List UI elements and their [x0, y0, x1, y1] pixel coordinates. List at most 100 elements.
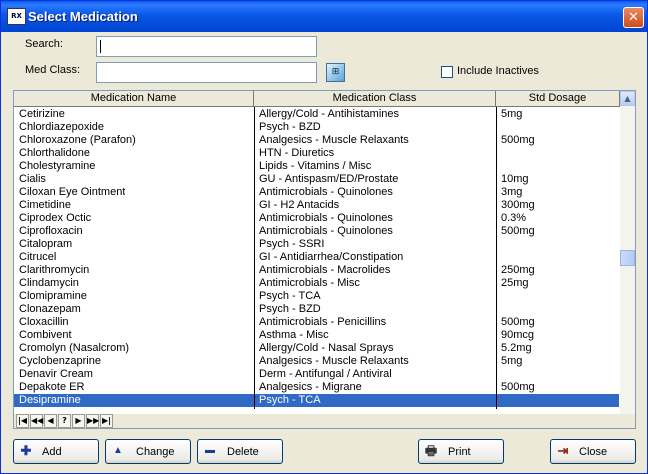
cell-medication-class: Antimicrobials - Quinolones: [259, 186, 393, 198]
column-header-std-dosage[interactable]: Std Dosage: [496, 91, 620, 107]
cell-medication-class: Psych - BZD: [259, 303, 321, 315]
cell-medication-name: Cloxacillin: [19, 316, 69, 328]
print-button[interactable]: 🖶 Print: [418, 439, 504, 464]
cell-medication-name: Citalopram: [19, 238, 73, 250]
table-row[interactable]: Ciprofloxacin Antimicrobials - Quinolones…: [14, 225, 619, 238]
cell-medication-class: Antimicrobials - Macrolides: [259, 264, 391, 276]
cell-std-dosage: 3mg: [501, 186, 523, 198]
title-bar[interactable]: RX Select Medication ✕: [1, 1, 647, 32]
cell-medication-class: GU - Antispasm/ED/Prostate: [259, 173, 399, 185]
window-title: Select Medication: [28, 9, 138, 24]
cell-medication-name: Depakote ER: [19, 381, 85, 393]
cell-std-dosage: 0.3%: [501, 212, 527, 224]
cell-medication-name: Cromolyn (Nasalcrom): [19, 342, 130, 354]
table-row[interactable]: Clonazepam Psych - BZD: [14, 303, 619, 316]
scroll-up-icon[interactable]: ▲: [620, 91, 635, 106]
cell-std-dosage: 250mg: [501, 264, 535, 276]
cell-medication-name: Cyclobenzaprine: [19, 355, 101, 367]
next-record-icon[interactable]: ▶: [72, 414, 85, 428]
last-record-icon[interactable]: ▶|: [100, 414, 113, 428]
cell-std-dosage: 10mg: [501, 173, 529, 185]
cell-medication-name: Ciprofloxacin: [19, 225, 83, 237]
first-record-icon[interactable]: |◀: [16, 414, 29, 428]
window-close-button[interactable]: ✕: [623, 7, 644, 28]
table-row[interactable]: Cromolyn (Nasalcrom) Allergy/Cold - Nasal…: [14, 342, 619, 355]
cell-medication-name: Citrucel: [19, 251, 57, 263]
select-medication-window: RX Select Medication ✕ Search: Med Class…: [0, 0, 648, 474]
add-button-label: Add: [42, 446, 62, 458]
cell-medication-class: GI - Antidiarrhea/Constipation: [259, 251, 404, 263]
table-row[interactable]: Cyclobenzaprine Analgesics - Muscle Relax…: [14, 355, 619, 368]
table-row[interactable]: Cholestyramine Lipids - Vitamins / Misc: [14, 160, 619, 173]
column-divider: [254, 107, 255, 409]
cell-medication-class: Psych - SSRI: [259, 238, 325, 250]
cell-medication-class: Psych - BZD: [259, 121, 321, 133]
record-navigator: |◀ ◀◀ ◀ ? ▶ ▶▶ ▶|: [14, 414, 635, 428]
cell-medication-class: Lipids - Vitamins / Misc: [259, 160, 372, 172]
table-row[interactable]: Combivent Asthma - Misc 90mcg: [14, 329, 619, 342]
table-row[interactable]: Cialis GU - Antispasm/ED/Prostate 10mg: [14, 173, 619, 186]
cell-std-dosage: 5mg: [501, 108, 523, 120]
cell-medication-name: Clarithromycin: [19, 264, 90, 276]
include-inactives-checkbox[interactable]: [441, 66, 453, 78]
app-icon: RX: [7, 8, 26, 25]
table-row[interactable]: Denavir Cream Derm - Antifungal / Antivir…: [14, 368, 619, 381]
include-inactives-label[interactable]: Include Inactives: [457, 65, 539, 77]
search-label: Search:: [25, 38, 63, 50]
cell-std-dosage: 90mcg: [501, 329, 535, 341]
cell-medication-name: Ciloxan Eye Ointment: [19, 186, 126, 198]
help-icon[interactable]: ?: [58, 414, 71, 428]
table-row[interactable]: Chloroxazone (Parafon) Analgesics - Muscl…: [14, 134, 619, 147]
table-row[interactable]: Chlorthalidone HTN - Diuretics: [14, 147, 619, 160]
cell-medication-class: Allergy/Cold - Nasal Sprays: [259, 342, 394, 354]
table-row[interactable]: Cloxacillin Antimicrobials - Penicillins 5…: [14, 316, 619, 329]
cell-std-dosage: 300mg: [501, 199, 535, 211]
med-class-lookup-icon[interactable]: ⊞: [326, 63, 345, 82]
cell-std-dosage: 25mg: [501, 277, 529, 289]
cell-medication-name: Cimetidine: [19, 199, 71, 211]
cell-std-dosage: 5.2mg: [501, 342, 532, 354]
cell-medication-class: Antimicrobials - Misc: [259, 277, 360, 289]
cell-std-dosage: 500mg: [501, 316, 535, 328]
column-header-medication-class[interactable]: Medication Class: [254, 91, 496, 107]
table-row[interactable]: Clomipramine Psych - TCA: [14, 290, 619, 303]
scrollbar-thumb[interactable]: [620, 250, 635, 266]
cell-medication-class: GI - H2 Antacids: [259, 199, 340, 211]
close-button[interactable]: ⇥ Close: [550, 439, 636, 464]
table-row[interactable]: Clindamycin Antimicrobials - Misc 25mg: [14, 277, 619, 290]
table-row[interactable]: Depakote ER Analgesics - Migrane 500mg: [14, 381, 619, 394]
prev-record-icon[interactable]: ◀: [44, 414, 57, 428]
table-row[interactable]: Cetirizine Allergy/Cold - Antihistamines 5…: [14, 108, 619, 121]
delete-button[interactable]: ▬ Delete: [197, 439, 283, 464]
cell-medication-class: HTN - Diuretics: [259, 147, 335, 159]
cell-medication-class: Asthma - Misc: [259, 329, 329, 341]
table-row[interactable]: Ciloxan Eye Ointment Antimicrobials - Qui…: [14, 186, 619, 199]
column-header-medication-name[interactable]: Medication Name: [14, 91, 254, 107]
cell-medication-class: Analgesics - Muscle Relaxants: [259, 134, 409, 146]
next-page-icon[interactable]: ▶▶: [86, 414, 99, 428]
prev-page-icon[interactable]: ◀◀: [30, 414, 43, 428]
table-row[interactable]: Desipramine Psych - TCA: [14, 394, 619, 407]
column-divider: [496, 107, 497, 409]
change-button[interactable]: ▲ Change: [105, 439, 191, 464]
cell-medication-name: Combivent: [19, 329, 72, 341]
cell-std-dosage: 5mg: [501, 355, 523, 367]
minus-icon: ▬: [205, 445, 215, 456]
med-class-field[interactable]: [96, 62, 317, 83]
add-button[interactable]: ✚ Add: [13, 439, 99, 464]
search-input[interactable]: [96, 36, 317, 57]
medication-grid[interactable]: Medication Name Medication Class Std Dos…: [13, 90, 636, 429]
vertical-scrollbar[interactable]: ▲: [620, 91, 635, 415]
table-row[interactable]: Chlordiazepoxide Psych - BZD: [14, 121, 619, 134]
table-row[interactable]: Cimetidine GI - H2 Antacids 300mg: [14, 199, 619, 212]
printer-icon: 🖶: [424, 443, 438, 458]
table-row[interactable]: Citalopram Psych - SSRI: [14, 238, 619, 251]
cell-medication-name: Denavir Cream: [19, 368, 93, 380]
table-row[interactable]: Ciprodex Octic Antimicrobials - Quinolone…: [14, 212, 619, 225]
med-class-label: Med Class:: [25, 64, 81, 76]
cell-medication-class: Antimicrobials - Quinolones: [259, 212, 393, 224]
cell-medication-class: Analgesics - Muscle Relaxants: [259, 355, 409, 367]
table-row[interactable]: Clarithromycin Antimicrobials - Macrolide…: [14, 264, 619, 277]
cell-medication-name: Clomipramine: [19, 290, 87, 302]
table-row[interactable]: Citrucel GI - Antidiarrhea/Constipation: [14, 251, 619, 264]
